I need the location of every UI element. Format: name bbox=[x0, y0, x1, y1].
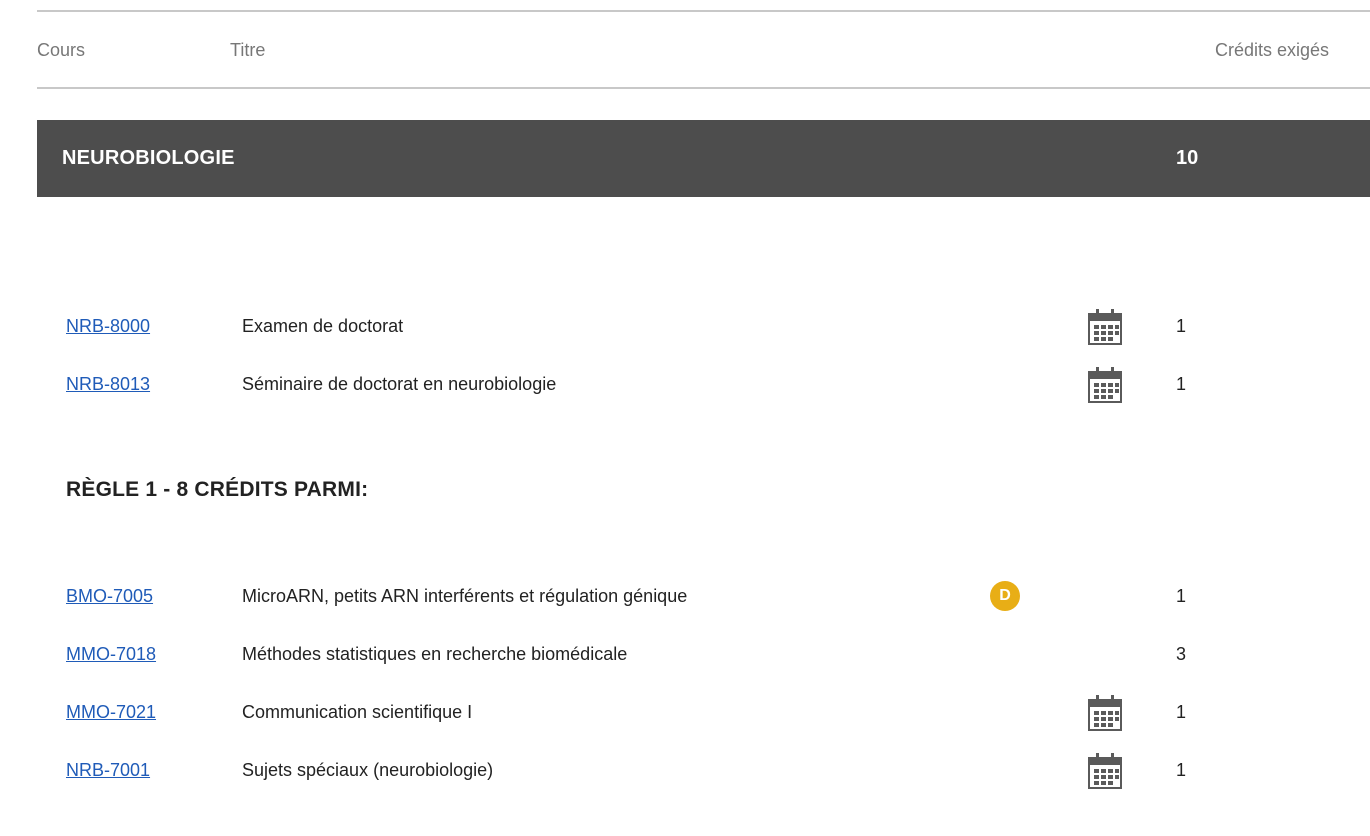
calendar-icon[interactable] bbox=[1088, 309, 1122, 345]
course-row: BMO-7005 MicroARN, petits ARN interféren… bbox=[0, 576, 1370, 616]
distance-badge-icon: D bbox=[990, 581, 1020, 611]
course-row: MMO-7018 Méthodes statistiques en recher… bbox=[0, 634, 1370, 674]
section-title: NEUROBIOLOGIE bbox=[62, 147, 235, 169]
course-title: Séminaire de doctorat en neurobiologie bbox=[242, 374, 557, 394]
calendar-icon[interactable] bbox=[1088, 367, 1122, 403]
course-credits: 3 bbox=[1176, 644, 1187, 664]
course-credits: 1 bbox=[1176, 586, 1187, 606]
calendar-icon[interactable] bbox=[1088, 753, 1122, 789]
course-code-link[interactable]: NRB-8013 bbox=[66, 374, 150, 395]
course-title: Sujets spéciaux (neurobiologie) bbox=[242, 760, 494, 780]
course-code-link[interactable]: NRB-7001 bbox=[66, 760, 150, 781]
course-title: MicroARN, petits ARN interférents et rég… bbox=[242, 586, 688, 606]
course-code-link[interactable]: BMO-7005 bbox=[66, 586, 153, 607]
section-header: NEUROBIOLOGIE 10 bbox=[37, 120, 1370, 197]
course-credits: 1 bbox=[1176, 374, 1187, 394]
course-code-link[interactable]: MMO-7018 bbox=[66, 644, 156, 665]
course-code-link[interactable]: NRB-8000 bbox=[66, 316, 150, 337]
course-row: NRB-8000 Examen de doctorat 1 bbox=[0, 306, 1370, 346]
course-row: NRB-8013 Séminaire de doctorat en neurob… bbox=[0, 364, 1370, 404]
top-divider bbox=[37, 10, 1370, 12]
course-row: NRB-7001 Sujets spéciaux (neurobiologie)… bbox=[0, 750, 1370, 790]
header-titre: Titre bbox=[230, 40, 266, 60]
rule-title: RÈGLE 1 - 8 CRÉDITS PARMI: bbox=[66, 478, 369, 501]
course-credits: 1 bbox=[1176, 702, 1187, 722]
course-credits: 1 bbox=[1176, 760, 1187, 780]
header-cours: Cours bbox=[37, 40, 86, 60]
section-credits: 10 bbox=[1176, 147, 1199, 169]
calendar-icon[interactable] bbox=[1088, 695, 1122, 731]
course-title: Examen de doctorat bbox=[242, 316, 404, 336]
header-credits: Crédits exigés bbox=[1214, 40, 1329, 60]
header-divider bbox=[37, 87, 1370, 89]
course-title: Communication scientifique I bbox=[242, 702, 473, 722]
course-title: Méthodes statistiques en recherche biomé… bbox=[242, 644, 628, 664]
course-code-link[interactable]: MMO-7021 bbox=[66, 702, 156, 723]
table-header: Cours Titre Crédits exigés bbox=[37, 40, 1370, 64]
course-row: MMO-7021 Communication scientifique I 1 bbox=[0, 692, 1370, 732]
course-credits: 1 bbox=[1176, 316, 1187, 336]
